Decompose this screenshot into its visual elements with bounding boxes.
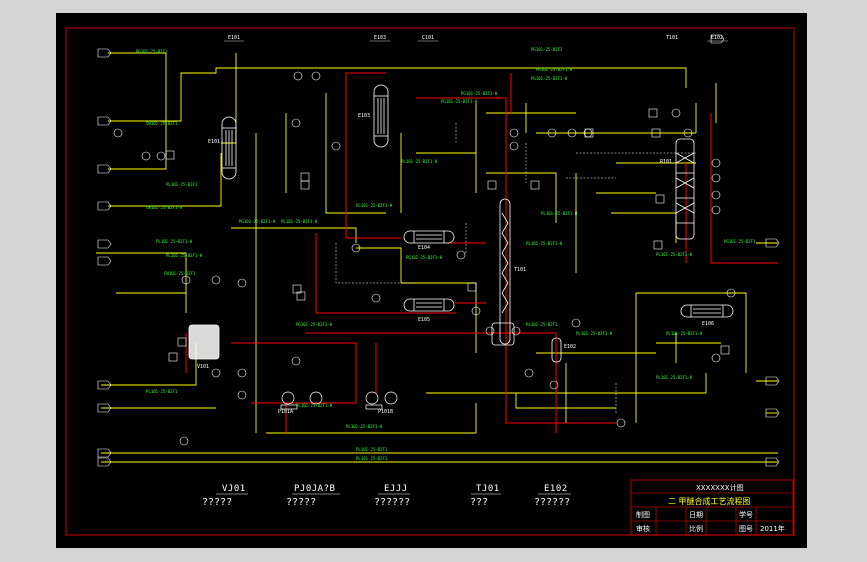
tb-draw: 制图 [636,510,650,519]
svg-text:PL101-25-B2F1-H: PL101-25-B2F1-H [296,403,333,408]
title-block: XXXXXXX计图 二 甲醚合成工艺流程图 制图 日期 学号 审核 比例 图号 … [630,479,794,536]
svg-text:PL101-25-B2F1-H: PL101-25-B2F1-H [656,375,693,380]
column-t101[interactable] [491,198,515,346]
svg-text:PL101-25-B2F1: PL101-25-B2F1 [166,182,198,187]
svg-text:E105: E105 [418,317,430,323]
svg-text:PL101-25-B2F1: PL101-25-B2F1 [146,389,178,394]
svg-text:PG101-25-B2F1: PG101-25-B2F1 [724,239,756,244]
svg-text:PL101-25-B2F1: PL101-25-B2F1 [356,447,388,452]
svg-text:T101: T101 [514,267,526,273]
legend-desc-2: ????? [286,497,316,508]
instrument-boxes [165,108,730,362]
exchanger-e104[interactable] [403,230,455,244]
cad-viewport[interactable]: XXXXXXX计图 二 甲醚合成工艺流程图 制图 日期 学号 审核 比例 图号 … [56,13,807,548]
tb-id: 学号 [739,510,753,519]
svg-text:CW101-25-B2F1-H: CW101-25-B2F1-H [146,205,183,210]
svg-text:PG101-25-B2F1-H: PG101-25-B2F1-H [461,91,498,96]
svg-text:PL101-25-B2F1-H: PL101-25-B2F1-H [156,239,193,244]
legend-desc-3: ?????? [374,497,410,508]
svg-text:PL101-25-B2F1-H: PL101-25-B2F1-H [166,253,203,258]
svg-text:E101: E101 [228,35,240,41]
svg-text:PG101-25-B2F1-H: PG101-25-B2F1-H [531,76,568,81]
svg-text:PL101-25-B2F1: PL101-25-B2F1 [526,322,558,327]
svg-text:PG101-25-B2F1: PG101-25-B2F1 [531,47,563,52]
tb-heading: XXXXXXX计图 [696,483,744,492]
svg-text:E104: E104 [418,245,430,251]
tb-check: 审核 [636,524,650,533]
svg-text:PL101-25-B2F1-H: PL101-25-B2F1-H [541,211,578,216]
svg-text:PL101-25-B2F1-H: PL101-25-B2F1-H [576,331,613,336]
exchanger-e103[interactable] [373,84,389,148]
legend-tag-4: TJ01 [476,484,500,494]
svg-text:P101A: P101A [278,409,293,415]
svg-text:PG101-25-B2F1-H: PG101-25-B2F1-H [239,219,276,224]
battery-limit-arrows [97,34,780,467]
svg-text:PL101-25-B2F1-H: PL101-25-B2F1-H [401,159,438,164]
svg-text:E106: E106 [702,321,714,327]
svg-text:PL101-25-B2F1-H: PL101-25-B2F1-H [526,241,563,246]
svg-text:E103: E103 [374,35,386,41]
svg-text:C101: C101 [422,35,434,41]
legend-tag-1: VJ01 [222,484,246,494]
svg-text:P101B: P101B [378,409,393,415]
exchanger-e105[interactable] [403,298,455,312]
process-flow-diagram: XXXXXXX计图 二 甲醚合成工艺流程图 制图 日期 学号 审核 比例 图号 … [65,27,795,536]
svg-text:V101: V101 [197,364,209,370]
tb-num: 图号 [739,525,753,533]
svg-text:PG101-25-B2F1-H: PG101-25-B2F1-H [441,99,478,104]
svg-text:PG101-25-B2F1: PG101-25-B2F1 [136,49,168,54]
equipment-tags: E101 E103 E104 E105 T101 R101 E106 V101 … [197,113,714,415]
svg-text:PL101-25-B2F1: PL101-25-B2F1 [356,456,388,461]
header-tags: E101 E103 C101 T101 E102 [224,35,728,42]
tb-year: 2011年 [760,524,785,533]
legend-desc-4: ??? [470,497,488,508]
svg-text:T101: T101 [666,35,678,41]
svg-text:E103: E103 [358,113,370,119]
svg-text:PG101-25-B2F1-H: PG101-25-B2F1-H [296,322,333,327]
svg-text:PL101-25-B2F1-H: PL101-25-B2F1-H [346,424,383,429]
equipment-legend: VJ01 ????? PJ0JA?B ????? EJJJ ?????? TJ0… [202,484,571,508]
legend-tag-5: E102 [544,484,568,494]
vessel-v101[interactable] [188,324,220,360]
svg-text:PG101-25-B2F1-H: PG101-25-B2F1-H [536,67,573,72]
svg-text:E102: E102 [564,344,576,350]
svg-text:PG101-25-B2F1-H: PG101-25-B2F1-H [406,255,443,260]
svg-text:E101: E101 [208,139,220,145]
svg-text:CW101-25-B2F1: CW101-25-B2F1 [164,271,196,276]
tb-title: 二 甲醚合成工艺流程图 [668,496,751,506]
legend-tag-2: PJ0JA?B [294,484,335,494]
svg-text:PL101-25-B2F1-H: PL101-25-B2F1-H [656,252,693,257]
svg-text:PL101-25-B2F1-H: PL101-25-B2F1-H [356,203,393,208]
svg-text:PL101-25-B2F1-H: PL101-25-B2F1-H [281,219,318,224]
drawing-border [65,27,795,536]
svg-text:E102: E102 [711,35,723,41]
stream-labels: PG101-25-B2F1 CW101-25-B2F1 PG101-25-B2F… [136,47,756,461]
svg-text:PL101-25-B2F1-H: PL101-25-B2F1-H [666,331,703,336]
exchanger-e101[interactable] [221,116,237,180]
svg-text:CW101-25-B2F1: CW101-25-B2F1 [146,121,178,126]
tb-date: 日期 [689,511,703,519]
reactor-r101[interactable] [675,138,695,240]
legend-desc-1: ????? [202,497,232,508]
legend-desc-5: ?????? [534,497,570,508]
exchanger-e106[interactable] [680,304,734,318]
legend-tag-3: EJJJ [384,484,408,494]
svg-text:R101: R101 [660,159,672,165]
tb-scale: 比例 [689,524,703,533]
